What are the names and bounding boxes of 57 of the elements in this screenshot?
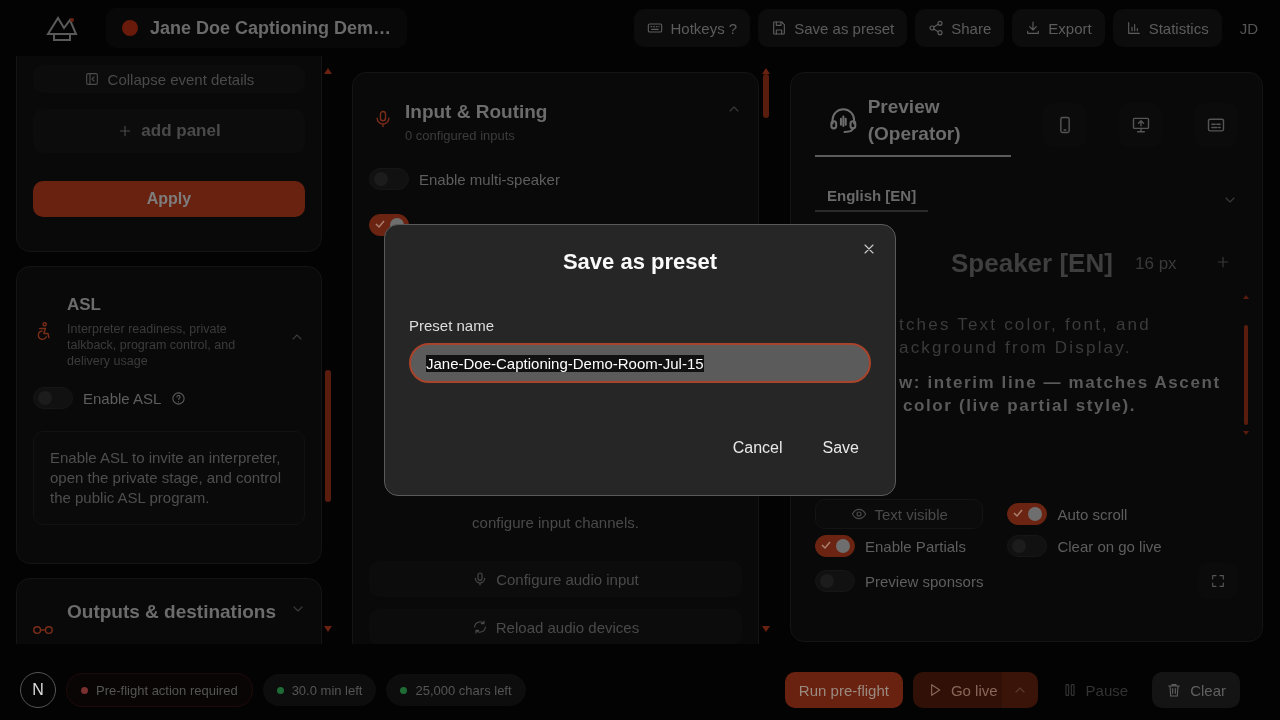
fullscreen-icon	[1210, 573, 1226, 589]
dialog-title: Save as preset	[561, 249, 719, 275]
toolbar-button[interactable]: Export	[1012, 9, 1105, 47]
apply-button[interactable]: Apply	[33, 181, 305, 217]
toolbar-button[interactable]: Statistics	[1112, 9, 1222, 47]
toggle-label: Enable ASL	[83, 389, 162, 407]
sidebar-collapse-icon	[83, 71, 100, 87]
section-title: Input & Routing	[405, 101, 549, 123]
text-visible-button[interactable]: Text visible	[815, 499, 984, 529]
app-badge[interactable]: N	[20, 672, 56, 708]
action-button[interactable]: Clear	[1152, 672, 1240, 708]
refresh-icon	[471, 619, 488, 635]
trash-icon	[1166, 682, 1183, 698]
language-select[interactable]: English [EN]	[815, 187, 929, 212]
dialog-button[interactable]: Save	[810, 433, 871, 463]
caption-line: w: interim line — matches Ascent	[899, 372, 1222, 394]
monitor-upload-icon	[1130, 115, 1151, 135]
status-text: 25,000 chars left	[415, 682, 512, 698]
share-icon	[928, 20, 945, 36]
toggle-label: Auto scroll	[1057, 505, 1128, 523]
caption-line: color (live partial style).	[902, 395, 1138, 417]
check-icon	[1013, 508, 1024, 518]
toolbar-button[interactable]: Share	[915, 9, 1005, 47]
section-title: ASL	[67, 295, 102, 315]
action-button[interactable]: Run pre-flight	[784, 672, 903, 708]
empty-state-text: configure input channels.	[471, 514, 640, 531]
check-icon	[375, 219, 385, 229]
toolbar-button[interactable]: Save as preset	[758, 9, 908, 47]
save-icon	[771, 20, 788, 36]
check-icon	[821, 540, 831, 550]
status-text: 30.0 min left	[291, 682, 363, 698]
info-text: Enable ASL to invite an interpreter, open the private stage, and control the public ASL program.	[33, 431, 305, 525]
help-icon	[171, 390, 187, 406]
status-text: Pre-flight action required	[96, 682, 238, 698]
captions-icon	[1206, 115, 1227, 135]
event-title: Jane Doe Captioning Dem…	[150, 17, 392, 39]
toggle-switch[interactable]	[1007, 503, 1048, 525]
field-label: Preset name	[409, 317, 495, 334]
eye-icon	[850, 506, 867, 522]
preset-name-field[interactable]: Jane-Doe-Captioning-Demo-Room-Jul-15	[409, 343, 871, 383]
preview-tab[interactable]: Preview (Operator)	[815, 93, 1012, 157]
dialog-button[interactable]: Cancel	[720, 433, 795, 463]
download-icon	[1025, 20, 1042, 36]
toolbar-button[interactable]: Hotkeys ?	[634, 9, 751, 47]
keyboard-icon	[647, 20, 664, 36]
toggle-label: Clear on go live	[1057, 537, 1162, 555]
outputs-icon	[33, 625, 53, 635]
toggle-label: Enable Partials	[865, 537, 966, 555]
logo-icon[interactable]	[44, 14, 80, 42]
scroll-bar[interactable]	[1242, 293, 1250, 437]
toggle-label: Preview sponsors	[865, 572, 984, 590]
bar-chart-icon	[1125, 20, 1142, 36]
user-initials[interactable]: JD	[1229, 19, 1268, 37]
section-title: Outputs & destinations	[67, 601, 276, 623]
toggle-label: Enable multi-speaker	[419, 170, 560, 188]
dropdown-button[interactable]	[1001, 672, 1038, 708]
toggle-switch[interactable]	[815, 535, 855, 557]
